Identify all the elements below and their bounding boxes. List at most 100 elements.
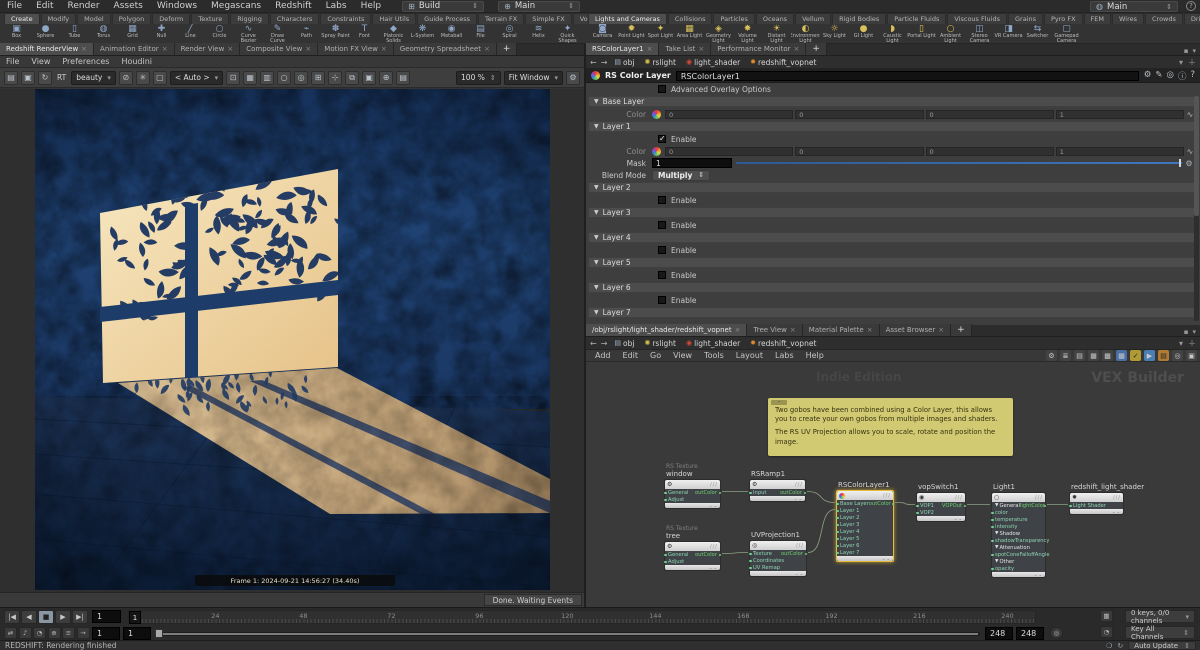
shelf-tool-gi-light[interactable]: ● GI Light xyxy=(849,24,878,44)
tab-animation-editor[interactable]: Animation Editor × xyxy=(94,43,175,55)
snapshot-icon[interactable]: ▣ xyxy=(362,70,377,85)
tab-obj-rslight-light-shader-redshift-vopnet[interactable]: /obj/rslight/light_shader/redshift_vopne… xyxy=(586,324,748,336)
current-frame-field[interactable]: 1 xyxy=(92,610,121,623)
shelf-tab-rigging[interactable]: Rigging xyxy=(230,13,269,24)
net-menu-add[interactable]: Add xyxy=(589,351,617,360)
close-tab-icon[interactable]: × xyxy=(381,45,387,53)
shelf-tab-terrain-fx[interactable]: Terrain FX xyxy=(477,13,525,24)
color-wheel-swatch[interactable] xyxy=(652,109,661,119)
parameter-scrollbar[interactable] xyxy=(1194,96,1199,321)
node-row-general[interactable]: General outColor xyxy=(664,551,721,558)
shelf-tool-grid[interactable]: ▦ Grid xyxy=(118,24,147,44)
shelf-tool-tube[interactable]: ▯ Tube xyxy=(60,24,89,44)
shelf-tab-pyro-fx[interactable]: Pyro FX xyxy=(1044,13,1083,24)
shelf-tool-l-system[interactable]: ❋ L-System xyxy=(408,24,437,44)
menu-megascans[interactable]: Megascans xyxy=(204,1,268,11)
shelf-tool-ambient-light[interactable]: ○ Ambient Light xyxy=(936,24,965,44)
shelf-tab-drive-simulation[interactable]: Drive Simulation xyxy=(1183,13,1200,24)
menu-windows[interactable]: Windows xyxy=(150,1,204,11)
target-icon[interactable]: ◎ xyxy=(294,70,309,85)
net-menu-view[interactable]: View xyxy=(667,351,698,360)
section-layer-3[interactable]: ▼ Layer 3 xyxy=(588,207,1198,218)
close-tab-icon[interactable]: × xyxy=(938,326,944,334)
node-rscolorlayer1[interactable]: RSColorLayer1///Base Layer outColor Layer … xyxy=(836,481,894,562)
mask-slider-handle[interactable] xyxy=(1179,159,1181,167)
list-icon[interactable]: ▤ xyxy=(1074,350,1085,361)
shelf-tool-box[interactable]: ▣ Box xyxy=(2,24,31,44)
shelf-tool-circle[interactable]: ○ Circle xyxy=(205,24,234,44)
range-end-field-2[interactable]: 248 xyxy=(1016,627,1044,640)
crumb-obj[interactable]: ▤ obj xyxy=(611,58,637,67)
dots-snap-icon[interactable]: ▩ xyxy=(1102,350,1113,361)
tab-add[interactable]: + xyxy=(806,43,827,55)
shelf-tab-model[interactable]: Model xyxy=(77,13,111,24)
help-icon[interactable]: ? xyxy=(1190,70,1195,82)
node-row-layer-4[interactable]: Layer 4 xyxy=(836,528,893,535)
auto-key-icon[interactable]: ◔ xyxy=(1100,626,1113,638)
split-icon[interactable]: ▥ xyxy=(260,70,275,85)
restart-render-icon[interactable]: ↻ xyxy=(38,70,52,85)
crop-icon[interactable]: ▢ xyxy=(152,70,167,85)
follow-playhead-icon[interactable]: → xyxy=(76,627,90,639)
realtime-toggle-icon[interactable]: ◔ xyxy=(33,627,46,639)
labs-filter-icon[interactable]: ✓ xyxy=(1130,350,1141,361)
section-layer-4[interactable]: ▼ Layer 4 xyxy=(588,232,1198,243)
settings-gear-icon[interactable]: ⚙ xyxy=(566,70,580,85)
menu-help[interactable]: Help xyxy=(354,1,389,11)
shelf-tab-grains[interactable]: Grains xyxy=(1007,13,1043,24)
center-icon[interactable]: ⊹ xyxy=(328,70,343,85)
pane-menu-icon[interactable]: ▪ xyxy=(1184,328,1189,336)
disable-icon[interactable]: ⊘ xyxy=(118,70,133,85)
shelf-tab-oceans[interactable]: Oceans xyxy=(755,13,795,24)
shelf-tool-spray-paint[interactable]: ✽ Spray Paint xyxy=(321,24,350,44)
tab-asset-browser[interactable]: Asset Browser × xyxy=(879,324,952,336)
back-icon[interactable]: ← xyxy=(590,58,597,67)
shelf-tab-texture[interactable]: Texture xyxy=(191,13,230,24)
node-row-adjust[interactable]: Adjust xyxy=(664,496,720,503)
layer-6-enable-checkbox[interactable] xyxy=(658,296,666,304)
pane-maximize-icon[interactable]: ▾ xyxy=(1192,47,1196,55)
menu-assets[interactable]: Assets xyxy=(107,1,150,11)
section-layer-7[interactable]: ▼ Layer 7 xyxy=(588,307,1198,318)
tab-performance-monitor[interactable]: Performance Monitor × xyxy=(711,43,807,55)
node-row-adjust[interactable]: Adjust xyxy=(664,558,720,565)
grid-snap-icon[interactable]: ▦ xyxy=(1088,350,1099,361)
message-icon[interactable]: ❍ xyxy=(1106,642,1112,650)
node-name-field[interactable]: RSColorLayer1 xyxy=(675,70,1139,81)
tab-redshift-renderview[interactable]: Redshift RenderView × xyxy=(0,43,95,55)
node-row-uv-remap[interactable]: UV Remap xyxy=(749,564,806,571)
node-row-layer-3[interactable]: Layer 3 xyxy=(836,521,893,528)
node-window[interactable]: RS Texture window ⚙///General outColor Adjus… xyxy=(664,464,721,509)
shelf-tab-simple-fx[interactable]: Simple FX xyxy=(525,13,572,24)
tree-list-icon[interactable]: ≣ xyxy=(1060,350,1071,361)
key-mode-dropdown[interactable]: Key All Channels ⇕ xyxy=(1125,625,1195,641)
range-slider-handle[interactable] xyxy=(155,629,163,638)
shelf-tool-helix[interactable]: ≋ Helix xyxy=(524,24,553,44)
tab-rscolorlayer1[interactable]: RSColorLayer1 × xyxy=(586,43,660,55)
net-menu-go[interactable]: Go xyxy=(644,351,667,360)
asset-filter-icon[interactable]: ▤ xyxy=(1158,350,1169,361)
color-component-field[interactable]: 1 xyxy=(1055,109,1184,119)
crumb-redshift-vopnet[interactable]: ✹ redshift_vopnet xyxy=(747,58,819,67)
pixel-probe-icon[interactable]: ⊞ xyxy=(311,70,326,85)
aov-dropdown[interactable]: beauty ▾ xyxy=(71,70,116,85)
rv-menu-preferences[interactable]: Preferences xyxy=(56,57,115,66)
dropdown-icon[interactable]: ▾ xyxy=(1179,339,1183,348)
node-row-general[interactable]: ▼ General lightColor xyxy=(992,502,1046,509)
section-layer-5[interactable]: ▼ Layer 5 xyxy=(588,257,1198,268)
star-icon[interactable]: ✳ xyxy=(135,70,150,85)
jump-to-end-button[interactable]: ▶| xyxy=(72,610,88,624)
shelf-tool-curve-bezier[interactable]: ∿ Curve Bezier xyxy=(234,24,263,44)
magnify-icon[interactable]: ◎ xyxy=(1167,70,1174,82)
rv-menu-houdini[interactable]: Houdini xyxy=(115,57,158,66)
color-component-field[interactable]: 0 xyxy=(795,109,924,119)
gear-icon[interactable]: ⚙ xyxy=(1144,70,1152,82)
node-row-vop2[interactable]: VOP2 xyxy=(916,509,965,516)
keyframe-options-icon[interactable]: ≡ xyxy=(62,627,75,639)
shelf-tab-deform[interactable]: Deform xyxy=(152,13,191,24)
play-forward-button[interactable]: ▶ xyxy=(55,610,71,624)
crumb-obj[interactable]: ▤ obj xyxy=(611,339,637,348)
bucket-dropdown[interactable]: < Auto > ▾ xyxy=(169,70,224,85)
sticky-note[interactable]: – Two gobos have been combined using a C… xyxy=(768,398,1013,456)
vop-filter-icon[interactable]: ▦ xyxy=(1116,350,1127,361)
